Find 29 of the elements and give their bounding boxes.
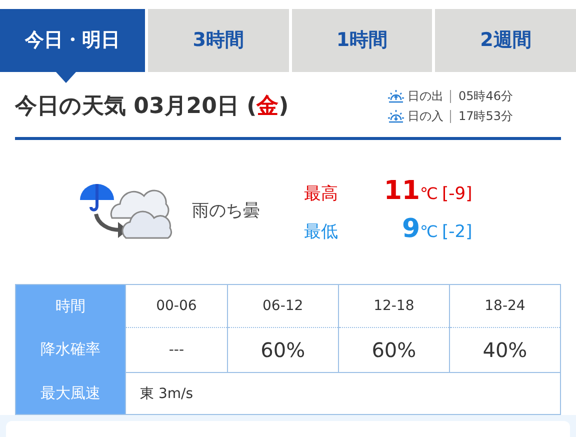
tab-pointer — [56, 72, 76, 83]
table-cell: 60% — [227, 327, 338, 372]
temperature-label: 最高 — [304, 183, 339, 206]
table-cell: 18-24 — [449, 284, 560, 328]
row-header: 時間 — [16, 284, 126, 328]
table-cell: 06-12 — [227, 284, 338, 328]
temperature-value: 9℃ — [400, 214, 438, 244]
row-header: 最大風速 — [16, 372, 126, 415]
temperature-difference: [-2] — [442, 222, 472, 242]
temperature-label: 最低 — [304, 221, 339, 244]
table-cell: --- — [126, 327, 228, 372]
sun-label: 日の入 — [407, 108, 444, 125]
tab[interactable]: 2週間 — [435, 9, 576, 72]
sun-time: 17時53分 — [458, 108, 513, 125]
tab[interactable]: 3時間 — [148, 9, 289, 72]
sun-time: 05時46分 — [458, 88, 513, 105]
table-cell: 40% — [449, 327, 560, 372]
temperature-value: 11℃ — [382, 176, 438, 206]
sunset-icon — [388, 109, 404, 124]
page-title: 今日の天気 03月20日 (金) — [15, 93, 289, 122]
table-cell: 60% — [338, 327, 450, 372]
temperature-difference: [-9] — [442, 184, 472, 204]
sunrise-icon — [388, 89, 404, 104]
row-header: 降水確率 — [16, 327, 126, 372]
weather-condition: 雨のち曇 — [192, 200, 261, 222]
table-cell: 00-06 — [126, 284, 228, 328]
sun-label: 日の出 — [407, 88, 444, 105]
tab[interactable]: 1時間 — [292, 9, 432, 72]
table-cell: 12-18 — [338, 284, 450, 328]
